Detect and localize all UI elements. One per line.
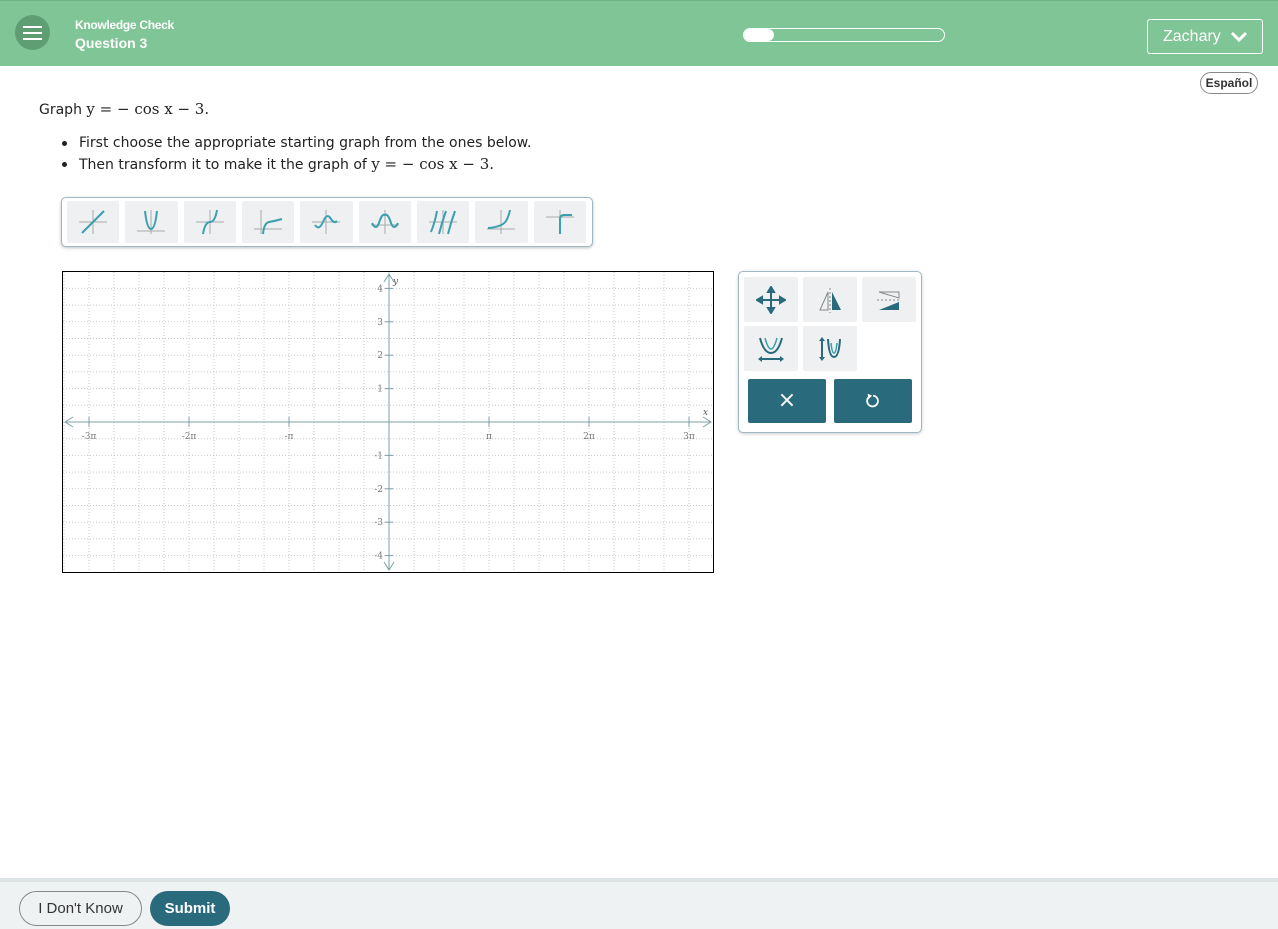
question-prompt: Graph y = − cos x − 3. — [39, 100, 209, 118]
undo-button[interactable] — [834, 379, 912, 423]
graph-canvas[interactable]: x y -3π -2π -π π 2π 3π 4 3 2 1 -1 -2 -3 -4 — [62, 271, 714, 573]
header-titles: Knowledge Check Question 3 — [75, 18, 174, 51]
menu-button[interactable] — [15, 15, 50, 50]
abs-or-parabola-icon — [137, 210, 166, 234]
reflect-x-tool-button[interactable] — [862, 277, 916, 322]
horizontal-stretch-icon — [758, 337, 784, 362]
clear-button[interactable]: × — [748, 379, 826, 423]
y-tick-label: 1 — [377, 385, 383, 395]
x-tick-label: 3π — [683, 432, 695, 442]
linear-icon — [79, 210, 108, 234]
instruction-list: First choose the appropriate starting gr… — [62, 134, 531, 176]
y-tick-label: -2 — [374, 485, 383, 495]
vertical-stretch-icon — [819, 336, 841, 361]
tangent-icon — [429, 210, 458, 235]
move-tool-button[interactable] — [744, 277, 798, 322]
y-tick-label: 4 — [377, 284, 383, 294]
x-tick-label: π — [486, 432, 492, 442]
language-button[interactable]: Español — [1200, 72, 1258, 94]
prompt-text: Graph — [39, 102, 82, 118]
vertical-stretch-tool-button[interactable] — [803, 326, 857, 371]
abs-graph-button[interactable] — [125, 201, 178, 243]
sine-icon — [312, 210, 341, 234]
instruction-text: First choose the appropriate starting gr… — [79, 135, 532, 151]
undo-icon — [866, 393, 879, 408]
transformation-toolbox: × — [738, 271, 922, 433]
horizontal-stretch-tool-button[interactable] — [744, 326, 798, 371]
module-title: Knowledge Check — [75, 18, 174, 32]
exponential-icon — [487, 209, 516, 234]
cosine-icon — [370, 210, 399, 234]
progress-bar — [743, 28, 945, 42]
reflect-x-icon — [877, 291, 901, 310]
reflect-y-icon — [819, 287, 841, 313]
prompt-equation: y = − cos x − 3. — [86, 100, 210, 118]
question-number: Question 3 — [75, 35, 148, 51]
top-bar: Knowledge Check Question 3 Zachary — [0, 0, 1278, 66]
y-tick-label: -1 — [374, 451, 383, 461]
cubic-icon — [195, 209, 224, 235]
exponential-graph-button[interactable] — [475, 201, 528, 243]
cosine-graph-button[interactable] — [358, 201, 411, 243]
log-icon — [254, 210, 283, 235]
chevron-down-icon — [1230, 31, 1247, 42]
hamburger-icon — [23, 31, 42, 34]
y-tick-label: -3 — [374, 518, 383, 528]
linear-graph-button[interactable] — [67, 201, 120, 243]
instruction-equation: y = − cos x − 3. — [371, 155, 495, 173]
x-tick-label: -2π — [182, 432, 197, 442]
user-menu-button[interactable]: Zachary — [1147, 19, 1263, 54]
y-tick-label: -4 — [374, 552, 383, 562]
y-tick-label: 3 — [377, 318, 383, 328]
tangent-graph-button[interactable] — [416, 201, 470, 243]
instruction-item: Then transform it to make it the graph o… — [62, 155, 531, 176]
submit-button[interactable]: Submit — [150, 891, 230, 926]
cubic-graph-button[interactable] — [183, 201, 236, 243]
x-tick-label: -3π — [82, 432, 97, 442]
log-graph-button[interactable] — [241, 201, 295, 243]
sqrt-graph-button[interactable] — [533, 201, 586, 243]
coordinate-grid[interactable]: x y -3π -2π -π π 2π 3π 4 3 2 1 -1 -2 -3 -4 — [63, 272, 713, 572]
sine-graph-button[interactable] — [300, 201, 353, 243]
progress-fill — [744, 29, 774, 41]
user-name: Zachary — [1163, 27, 1221, 45]
sqrt-icon — [545, 210, 574, 234]
x-axis-label: x — [703, 408, 708, 418]
dont-know-button[interactable]: I Don't Know — [19, 891, 142, 926]
y-tick-label: 2 — [377, 351, 383, 361]
move-icon — [756, 285, 786, 314]
instruction-item: First choose the appropriate starting gr… — [62, 134, 531, 155]
x-tick-label: -π — [285, 432, 294, 442]
close-icon: × — [777, 388, 797, 413]
x-tick-label: 2π — [583, 432, 595, 442]
starting-graph-palette — [61, 197, 593, 247]
reflect-y-tool-button[interactable] — [803, 277, 857, 322]
y-axis-label: y — [392, 277, 399, 287]
instruction-text: Then transform it to make it the graph o… — [79, 157, 367, 173]
